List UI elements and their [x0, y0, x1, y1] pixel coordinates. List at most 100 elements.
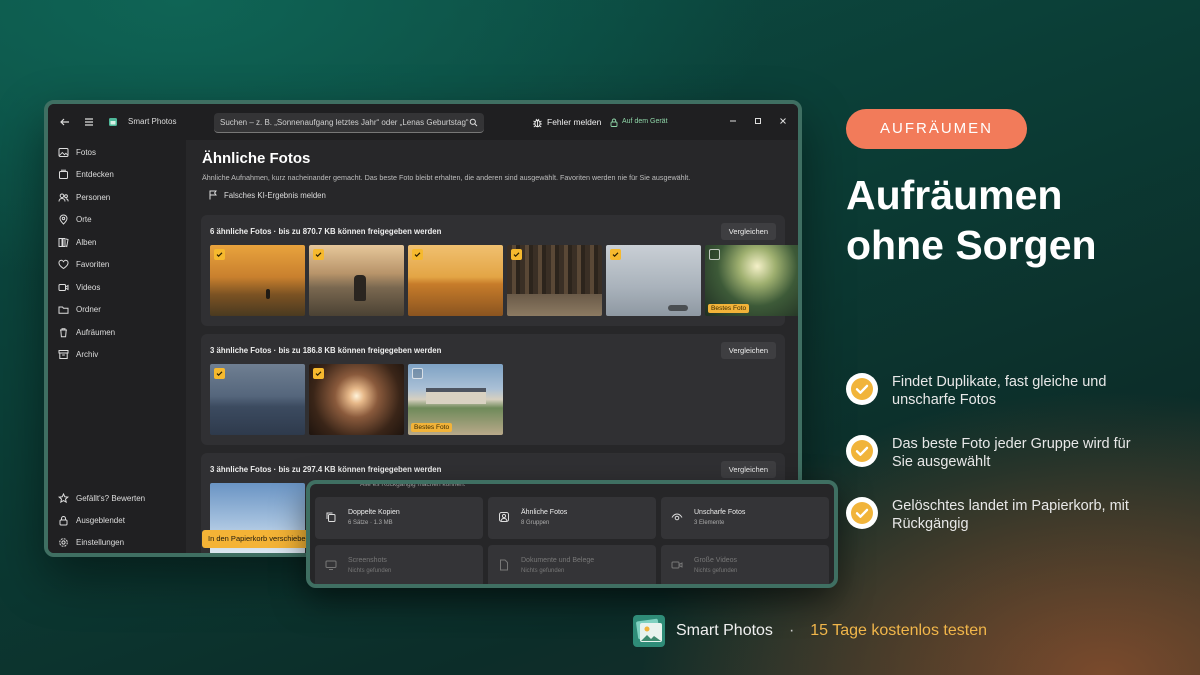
- menu-icon[interactable]: [82, 115, 96, 129]
- bug-icon: [533, 118, 542, 127]
- sidebar-item-archiv[interactable]: Archiv: [58, 347, 98, 361]
- explore-icon: [59, 169, 68, 179]
- feature-text: Das beste Foto jeder Gruppe wird für Sie…: [892, 436, 1131, 470]
- best-photo-badge: Bestes Foto: [708, 304, 750, 313]
- group-heading: 3 ähnliche Fotos · bis zu 186.8 KB könne…: [210, 346, 442, 355]
- sidebar-item-rate[interactable]: Gefällt's? Bewerten: [58, 491, 145, 505]
- photo-thumbnail[interactable]: [507, 245, 602, 316]
- category-title: Dokumente und Belege: [521, 557, 595, 564]
- maximize-icon[interactable]: [753, 116, 763, 126]
- sidebar-item-personen[interactable]: Personen: [58, 190, 110, 204]
- trash-icon: [60, 327, 67, 337]
- sidebar-item-label: Fotos: [76, 147, 97, 157]
- compare-button[interactable]: Vergleichen: [720, 223, 776, 240]
- photo-thumbnail[interactable]: [309, 364, 404, 435]
- folder-icon: [58, 306, 69, 314]
- unselected-checkbox[interactable]: [709, 249, 720, 260]
- category-screenshots[interactable]: Screenshots Nichts gefunden: [315, 545, 483, 584]
- category-title: Große Videos: [694, 557, 738, 564]
- category-documents[interactable]: Dokumente und Belege Nichts gefunden: [488, 545, 656, 584]
- report-bug-button[interactable]: Fehler melden: [532, 104, 601, 140]
- sidebar-item-label: Alben: [76, 237, 97, 247]
- sidebar-item-label: Aufräumen: [76, 327, 116, 337]
- similar-group-1: 6 ähnliche Fotos · bis zu 870.7 KB könne…: [201, 215, 798, 326]
- image-icon: [58, 147, 69, 157]
- report-ai-result-button[interactable]: Falsches KI-Ergebnis melden: [208, 190, 326, 200]
- back-arrow-icon[interactable]: [58, 115, 72, 129]
- selected-checkbox[interactable]: [313, 249, 324, 260]
- sidebar-item-orte[interactable]: Orte: [58, 212, 92, 226]
- app-logo-icon: [109, 118, 117, 126]
- app-logo-icon: [633, 615, 665, 647]
- category-blurry-photos[interactable]: Unscharfe Fotos 3 Elemente: [661, 497, 829, 539]
- search-input[interactable]: Suchen – z. B. „Sonnenaufgang letztes Ja…: [214, 113, 484, 133]
- best-photo-badge: Bestes Foto: [411, 423, 453, 432]
- photo-thumbnail[interactable]: [309, 245, 404, 316]
- sidebar-item-alben[interactable]: Alben: [58, 235, 96, 249]
- lock-icon: [610, 118, 618, 127]
- brand-footer: Smart Photos · 15 Tage kostenlos testen: [632, 614, 987, 648]
- sidebar-item-videos[interactable]: Videos: [58, 280, 100, 294]
- video-icon: [671, 561, 683, 569]
- checkmark-icon: [216, 371, 223, 377]
- app-title: Smart Photos: [128, 117, 177, 126]
- trial-offer: 15 Tage kostenlos testen: [810, 622, 987, 639]
- document-icon: [500, 559, 508, 571]
- selected-checkbox[interactable]: [610, 249, 621, 260]
- location-icon: [59, 214, 68, 225]
- photo-thumbnail[interactable]: [606, 245, 701, 316]
- selected-checkbox[interactable]: [214, 368, 225, 379]
- title-bar: Smart Photos Suchen – z. B. „Sonnenaufga…: [48, 104, 798, 140]
- sidebar-item-label: Gefällt's? Bewerten: [76, 493, 146, 503]
- category-title: Doppelte Kopien: [348, 509, 400, 516]
- page-description: Ähnliche Aufnahmen, kurz nacheinander ge…: [202, 173, 691, 182]
- photo-thumbnail[interactable]: [210, 364, 305, 435]
- selected-checkbox[interactable]: [214, 249, 225, 260]
- sidebar-item-label: Archiv: [76, 349, 99, 359]
- people-icon: [58, 193, 69, 202]
- photo-thumbnail[interactable]: [210, 245, 305, 316]
- sidebar-item-entdecken[interactable]: Entdecken: [58, 167, 114, 181]
- flag-icon: [209, 190, 217, 200]
- photo-thumbnail[interactable]: [408, 245, 503, 316]
- close-icon[interactable]: [778, 116, 788, 126]
- group-heading: 6 ähnliche Fotos · bis zu 870.7 KB könne…: [210, 227, 442, 236]
- unselected-checkbox[interactable]: [412, 368, 423, 379]
- photo-thumbnail[interactable]: Bestes Foto: [705, 245, 798, 316]
- sidebar-item-aufraeumen[interactable]: Aufräumen: [58, 325, 115, 339]
- sidebar-item-label: Ordner: [76, 304, 101, 314]
- sidebar-item-fotos[interactable]: Fotos: [58, 145, 96, 159]
- sidebar-item-label: Ausgeblendet: [76, 515, 125, 525]
- selected-checkbox[interactable]: [412, 249, 423, 260]
- selected-checkbox[interactable]: [511, 249, 522, 260]
- minimize-icon[interactable]: [728, 116, 738, 126]
- compare-button[interactable]: Vergleichen: [720, 461, 776, 478]
- category-duplicate-copies[interactable]: Doppelte Kopien 6 Sätze · 1.3 MB: [315, 497, 483, 539]
- sidebar-item-label: Einstellungen: [76, 537, 125, 547]
- move-to-trash-button[interactable]: In den Papierkorb verschieben: [202, 530, 320, 548]
- category-large-videos[interactable]: Große Videos Nichts gefunden: [661, 545, 829, 584]
- sidebar-item-label: Orte: [76, 214, 92, 224]
- category-similar-photos[interactable]: Ähnliche Fotos 8 Gruppen: [488, 497, 656, 539]
- feature-item: Gelöschtes landet im Papierkorb, mit Rüc…: [846, 497, 1152, 533]
- checkmark-icon: [315, 371, 322, 377]
- check-circle-icon: [846, 497, 878, 529]
- search-icon[interactable]: [469, 118, 478, 127]
- category-subtitle: Nichts gefunden: [521, 568, 565, 574]
- sidebar-item-ordner[interactable]: Ordner: [58, 302, 101, 316]
- sidebar-item-favoriten[interactable]: Favoriten: [58, 257, 109, 271]
- sidebar-item-hidden[interactable]: Ausgeblendet: [58, 513, 125, 527]
- sidebar: Fotos Entdecken Personen Orte Alben Favo…: [48, 140, 186, 553]
- category-subtitle: Nichts gefunden: [694, 568, 738, 574]
- sidebar-item-label: Videos: [76, 282, 101, 292]
- section-badge: AUFRÄUMEN: [846, 109, 1027, 149]
- selected-checkbox[interactable]: [313, 368, 324, 379]
- separator-dot: ·: [788, 622, 795, 639]
- report-bug-label: Fehler melden: [547, 117, 602, 127]
- checkmark-icon: [612, 252, 619, 258]
- archive-icon: [58, 349, 69, 359]
- sidebar-item-settings[interactable]: Einstellungen: [58, 535, 124, 549]
- photo-thumbnail[interactable]: Bestes Foto: [408, 364, 503, 435]
- compare-button[interactable]: Vergleichen: [720, 342, 776, 359]
- cleanup-categories-panel: Alle es Rückgängig machen können. Doppel…: [306, 480, 838, 588]
